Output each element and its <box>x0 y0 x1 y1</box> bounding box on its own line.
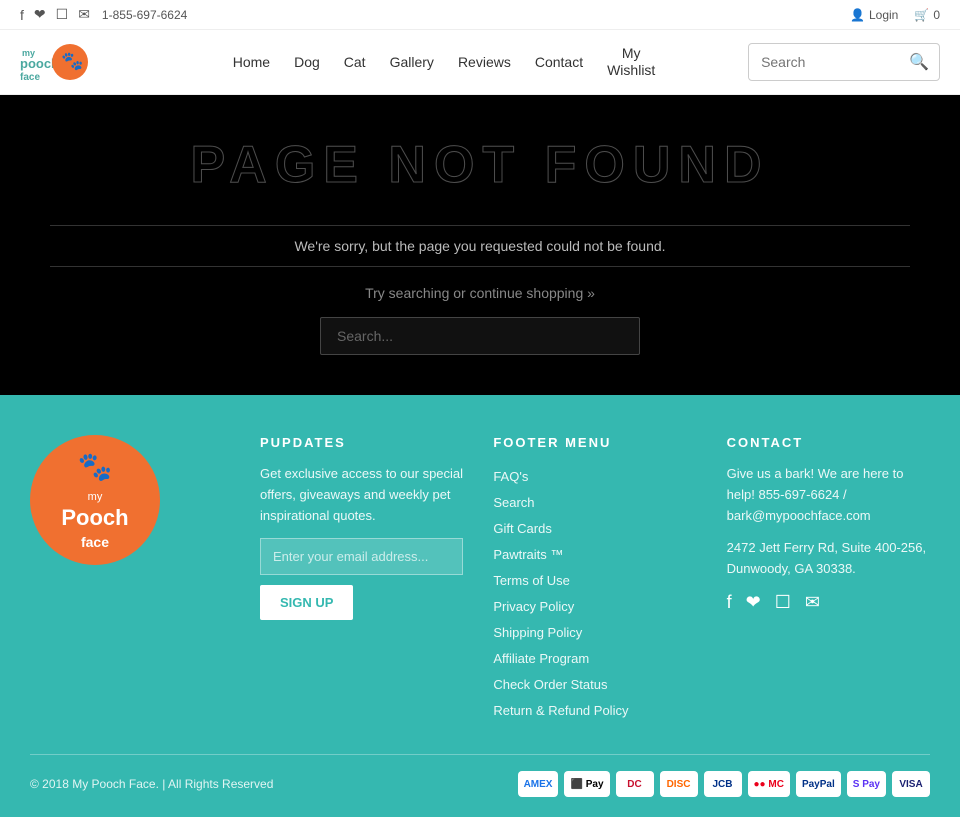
nav-wishlist[interactable]: MyWishlist <box>607 45 655 79</box>
footer-pinterest-icon[interactable]: ❤ <box>746 592 761 613</box>
logo[interactable]: my pooch face 🐾 <box>20 40 140 84</box>
pinterest-icon[interactable]: ❤ <box>34 6 46 23</box>
nav-reviews[interactable]: Reviews <box>458 54 511 70</box>
copyright-text: © 2018 My Pooch Face. | All Rights Reser… <box>30 777 273 791</box>
footer-link-privacy[interactable]: Privacy Policy <box>493 594 696 620</box>
contact-address: 2472 Jett Ferry Rd, Suite 400-256, Dunwo… <box>727 538 930 580</box>
top-bar-left: f ❤ ☐ ✉ 1-855-697-6624 <box>20 6 187 23</box>
nav-home[interactable]: Home <box>233 54 270 70</box>
logo-svg: my pooch face 🐾 <box>20 40 140 84</box>
footer-logo-my: my <box>88 490 103 504</box>
footer-facebook-icon[interactable]: f <box>727 592 732 613</box>
payment-diners: DC <box>616 771 654 797</box>
svg-text:🐾: 🐾 <box>61 51 83 71</box>
main-nav: Home Dog Cat Gallery Reviews Contact MyW… <box>233 45 656 79</box>
paw-icon: 🐾 <box>78 449 113 485</box>
footer-link-shipping[interactable]: Shipping Policy <box>493 620 696 646</box>
footer-link-orders[interactable]: Check Order Status <box>493 672 696 698</box>
payment-apple-pay: ⬛ Pay <box>564 771 609 797</box>
nav-gallery[interactable]: Gallery <box>390 54 434 70</box>
footer-logo-col: 🐾 my Pooch face <box>30 435 230 724</box>
payment-icons: AMEX ⬛ Pay DC DISC JCB ●● MC PayPal S Pa… <box>518 771 930 797</box>
user-icon: 👤 <box>850 8 865 22</box>
try-searching-text: Try searching or continue shopping » <box>365 285 595 301</box>
footer-logo-circle: 🐾 my Pooch face <box>30 435 160 565</box>
footer-link-pawtraits[interactable]: Pawtraits ™ <box>493 542 696 568</box>
footer-link-search[interactable]: Search <box>493 490 696 516</box>
pupdates-text: Get exclusive access to our special offe… <box>260 464 463 526</box>
footer: 🐾 my Pooch face PUPDATES Get exclusive a… <box>0 395 960 817</box>
payment-mastercard: ●● MC <box>748 771 790 797</box>
footer-social: f ❤ ☐ ✉ <box>727 592 930 613</box>
main-search-input[interactable] <box>320 317 640 355</box>
footer-menu-title: FOOTER MENU <box>493 435 696 450</box>
email-input[interactable] <box>260 538 463 575</box>
footer-menu-col: FOOTER MENU FAQ's Search Gift Cards Pawt… <box>493 435 696 724</box>
contact-help-text: Give us a bark! We are here to help! 855… <box>727 464 930 526</box>
nav-dog[interactable]: Dog <box>294 54 320 70</box>
footer-link-affiliate[interactable]: Affiliate Program <box>493 646 696 672</box>
search-box: 🔍 <box>748 43 940 81</box>
payment-jcb: JCB <box>704 771 742 797</box>
nav-cat[interactable]: Cat <box>344 54 366 70</box>
footer-link-returns[interactable]: Return & Refund Policy <box>493 698 696 724</box>
cart-count: 0 <box>933 8 940 22</box>
footer-link-giftcards[interactable]: Gift Cards <box>493 516 696 542</box>
svg-text:face: face <box>20 72 40 83</box>
payment-visa: VISA <box>892 771 930 797</box>
footer-bottom: © 2018 My Pooch Face. | All Rights Reser… <box>30 754 930 797</box>
page-not-found-title: PAGE NOT FOUND <box>190 135 769 195</box>
payment-discover: DISC <box>660 771 698 797</box>
signup-button[interactable]: SIGN UP <box>260 585 353 620</box>
facebook-icon[interactable]: f <box>20 7 24 23</box>
pupdates-title: PUPDATES <box>260 435 463 450</box>
footer-link-faqs[interactable]: FAQ's <box>493 464 696 490</box>
header: my pooch face 🐾 Home Dog Cat Gallery Rev… <box>0 30 960 95</box>
footer-logo-pooch: Pooch <box>61 504 128 533</box>
footer-pupdates-col: PUPDATES Get exclusive access to our spe… <box>260 435 463 724</box>
social-icons: f ❤ ☐ ✉ <box>20 6 90 23</box>
main-content: PAGE NOT FOUND We're sorry, but the page… <box>0 95 960 395</box>
cart-icon: 🛒 <box>914 8 929 22</box>
payment-amex: AMEX <box>518 771 559 797</box>
footer-logo-face: face <box>81 533 109 551</box>
login-link[interactable]: 👤 Login <box>850 8 898 22</box>
top-bar: f ❤ ☐ ✉ 1-855-697-6624 👤 Login 🛒 0 <box>0 0 960 30</box>
nav-contact[interactable]: Contact <box>535 54 583 70</box>
phone-number[interactable]: 1-855-697-6624 <box>102 8 187 22</box>
payment-paypal: PayPal <box>796 771 841 797</box>
footer-contact-col: CONTACT Give us a bark! We are here to h… <box>727 435 930 724</box>
contact-title: CONTACT <box>727 435 930 450</box>
payment-shopify: S Pay <box>847 771 886 797</box>
email-icon[interactable]: ✉ <box>78 6 90 23</box>
sorry-text: We're sorry, but the page you requested … <box>50 225 910 267</box>
footer-instagram-icon[interactable]: ☐ <box>775 592 791 613</box>
footer-top: 🐾 my Pooch face PUPDATES Get exclusive a… <box>30 435 930 724</box>
search-input[interactable] <box>749 46 899 78</box>
login-label: Login <box>869 8 898 22</box>
footer-email-icon[interactable]: ✉ <box>805 592 820 613</box>
search-button[interactable]: 🔍 <box>899 44 939 80</box>
top-bar-right: 👤 Login 🛒 0 <box>850 8 940 22</box>
footer-link-terms[interactable]: Terms of Use <box>493 568 696 594</box>
cart-link[interactable]: 🛒 0 <box>914 8 940 22</box>
instagram-icon[interactable]: ☐ <box>56 6 69 23</box>
